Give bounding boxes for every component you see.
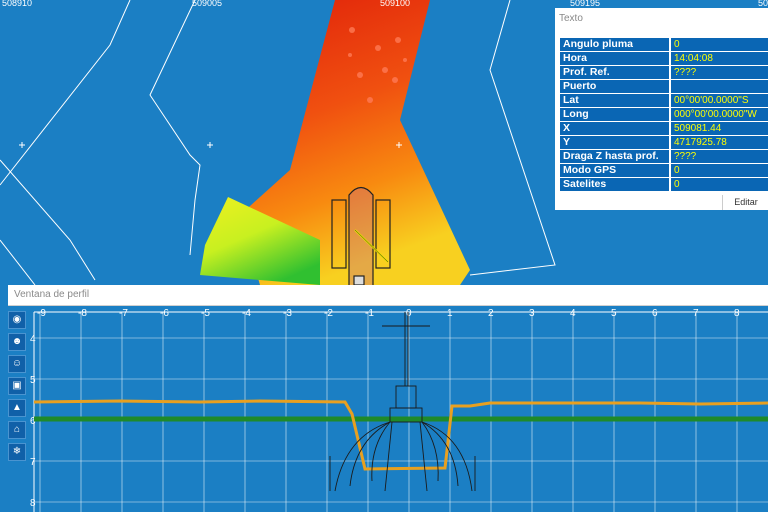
info-row: Puerto <box>560 80 768 93</box>
info-value: 509081.44 <box>671 122 768 135</box>
x-tick-label: -7 <box>119 308 128 319</box>
x-tick-label: 2 <box>488 308 494 319</box>
eye-icon[interactable]: ◉ <box>8 311 26 329</box>
info-row: Prof. Ref.???? <box>560 66 768 79</box>
info-value: 4717925.78 <box>671 136 768 149</box>
info-label: Lat <box>560 94 669 107</box>
bucket-icon[interactable]: ▲ <box>8 399 26 417</box>
info-row: Long 000°00'00.0000"W <box>560 108 768 121</box>
x-tick-label: -6 <box>160 308 169 319</box>
info-label: Prof. Ref. <box>560 66 669 79</box>
x-tick-labels: -9 -8 -7 -6 -5 -4 -3 -2 -1 0 1 2 3 4 5 6 7 8 <box>37 308 740 319</box>
x-tick-label: 1 <box>447 308 453 319</box>
info-value: 000°00'00.0000"W <box>671 108 768 121</box>
profile-canvas[interactable]: -9 -8 -7 -6 -5 -4 -3 -2 -1 0 1 2 3 4 5 6 7 8 4 5 6 7 8 <box>0 306 768 512</box>
x-tick-label: -1 <box>365 308 374 319</box>
x-tick-label: -9 <box>37 308 46 319</box>
seabed-profile-line <box>33 399 768 471</box>
info-row: Lat 00°00'00.0000"S <box>560 94 768 107</box>
info-label: Draga Z hasta prof. <box>560 150 669 163</box>
grab-bucket-icon <box>329 312 476 492</box>
info-label: Long <box>560 108 669 121</box>
layer-icon[interactable]: ▣ <box>8 377 26 395</box>
info-value <box>671 80 768 93</box>
x-tick-label: 4 <box>570 308 576 319</box>
map-coordinate: 508910 <box>2 0 33 8</box>
profile-window-title: Ventana de perfil <box>14 289 90 300</box>
info-value: ???? <box>671 150 768 163</box>
y-tick-label: 8 <box>30 498 36 509</box>
x-tick-label: -5 <box>201 308 210 319</box>
snowflake-icon[interactable]: ❄ <box>8 443 26 461</box>
info-value: ???? <box>671 66 768 79</box>
info-value: 00°00'00.0000"S <box>671 94 768 107</box>
y-tick-label: 7 <box>30 457 36 468</box>
info-row: Satelites 0 <box>560 178 768 191</box>
x-tick-label: 7 <box>693 308 699 319</box>
x-tick-label: -3 <box>283 308 292 319</box>
info-label: Modo GPS <box>560 164 669 177</box>
x-tick-label: -8 <box>78 308 87 319</box>
person-alt-icon[interactable]: ☺ <box>8 355 26 373</box>
info-value: 0 <box>671 178 768 191</box>
profile-window-titlebar[interactable]: Ventana de perfil <box>8 285 768 306</box>
info-value: 0 <box>671 164 768 177</box>
grid-lines-vertical <box>39 312 738 512</box>
info-label: Satelites <box>560 178 669 191</box>
map-coordinate: 509195 <box>570 0 601 8</box>
x-tick-label: 6 <box>652 308 658 319</box>
map-coordinate: 509005 <box>192 0 223 8</box>
x-tick-label: -2 <box>324 308 333 319</box>
text-panel-grid: Angulo pluma 0 Hora 14:04:08 Prof. Ref.???… <box>560 38 768 192</box>
x-tick-label: -4 <box>242 308 251 319</box>
info-value: 14:04:08 <box>671 52 768 65</box>
info-row: X 509081.44 <box>560 122 768 135</box>
profile-toolbar: ◉ ☻ ☺ ▣ ▲ ⌂ ❄ <box>8 308 30 512</box>
text-panel-title: Texto <box>559 13 583 24</box>
x-tick-label: 8 <box>734 308 740 319</box>
info-label: Angulo pluma <box>560 38 669 51</box>
x-tick-label: 5 <box>611 308 617 319</box>
info-row: Modo GPS 0 <box>560 164 768 177</box>
home-icon[interactable]: ⌂ <box>8 421 26 439</box>
x-tick-label: 3 <box>529 308 535 319</box>
y-tick-label: 4 <box>30 334 36 345</box>
map-coordinate: 509100 <box>380 0 411 8</box>
info-label: Hora <box>560 52 669 65</box>
edit-button[interactable]: Editar <box>722 195 768 210</box>
info-row: Y 4717925.78 <box>560 136 768 149</box>
info-row: Draga Z hasta prof.???? <box>560 150 768 163</box>
person-icon[interactable]: ☻ <box>8 333 26 351</box>
profile-plot[interactable]: -9 -8 -7 -6 -5 -4 -3 -2 -1 0 1 2 3 4 5 6 7 8 4 5 6 7 8 <box>0 306 768 512</box>
info-value: 0 <box>671 38 768 51</box>
y-tick-label: 5 <box>30 375 36 386</box>
info-label: X <box>560 122 669 135</box>
map-coordinate: 509290 <box>758 0 768 8</box>
info-row: Hora 14:04:08 <box>560 52 768 65</box>
info-row: Angulo pluma 0 <box>560 38 768 51</box>
info-label: Y <box>560 136 669 149</box>
info-label: Puerto <box>560 80 669 93</box>
x-tick-label: 0 <box>406 308 412 319</box>
